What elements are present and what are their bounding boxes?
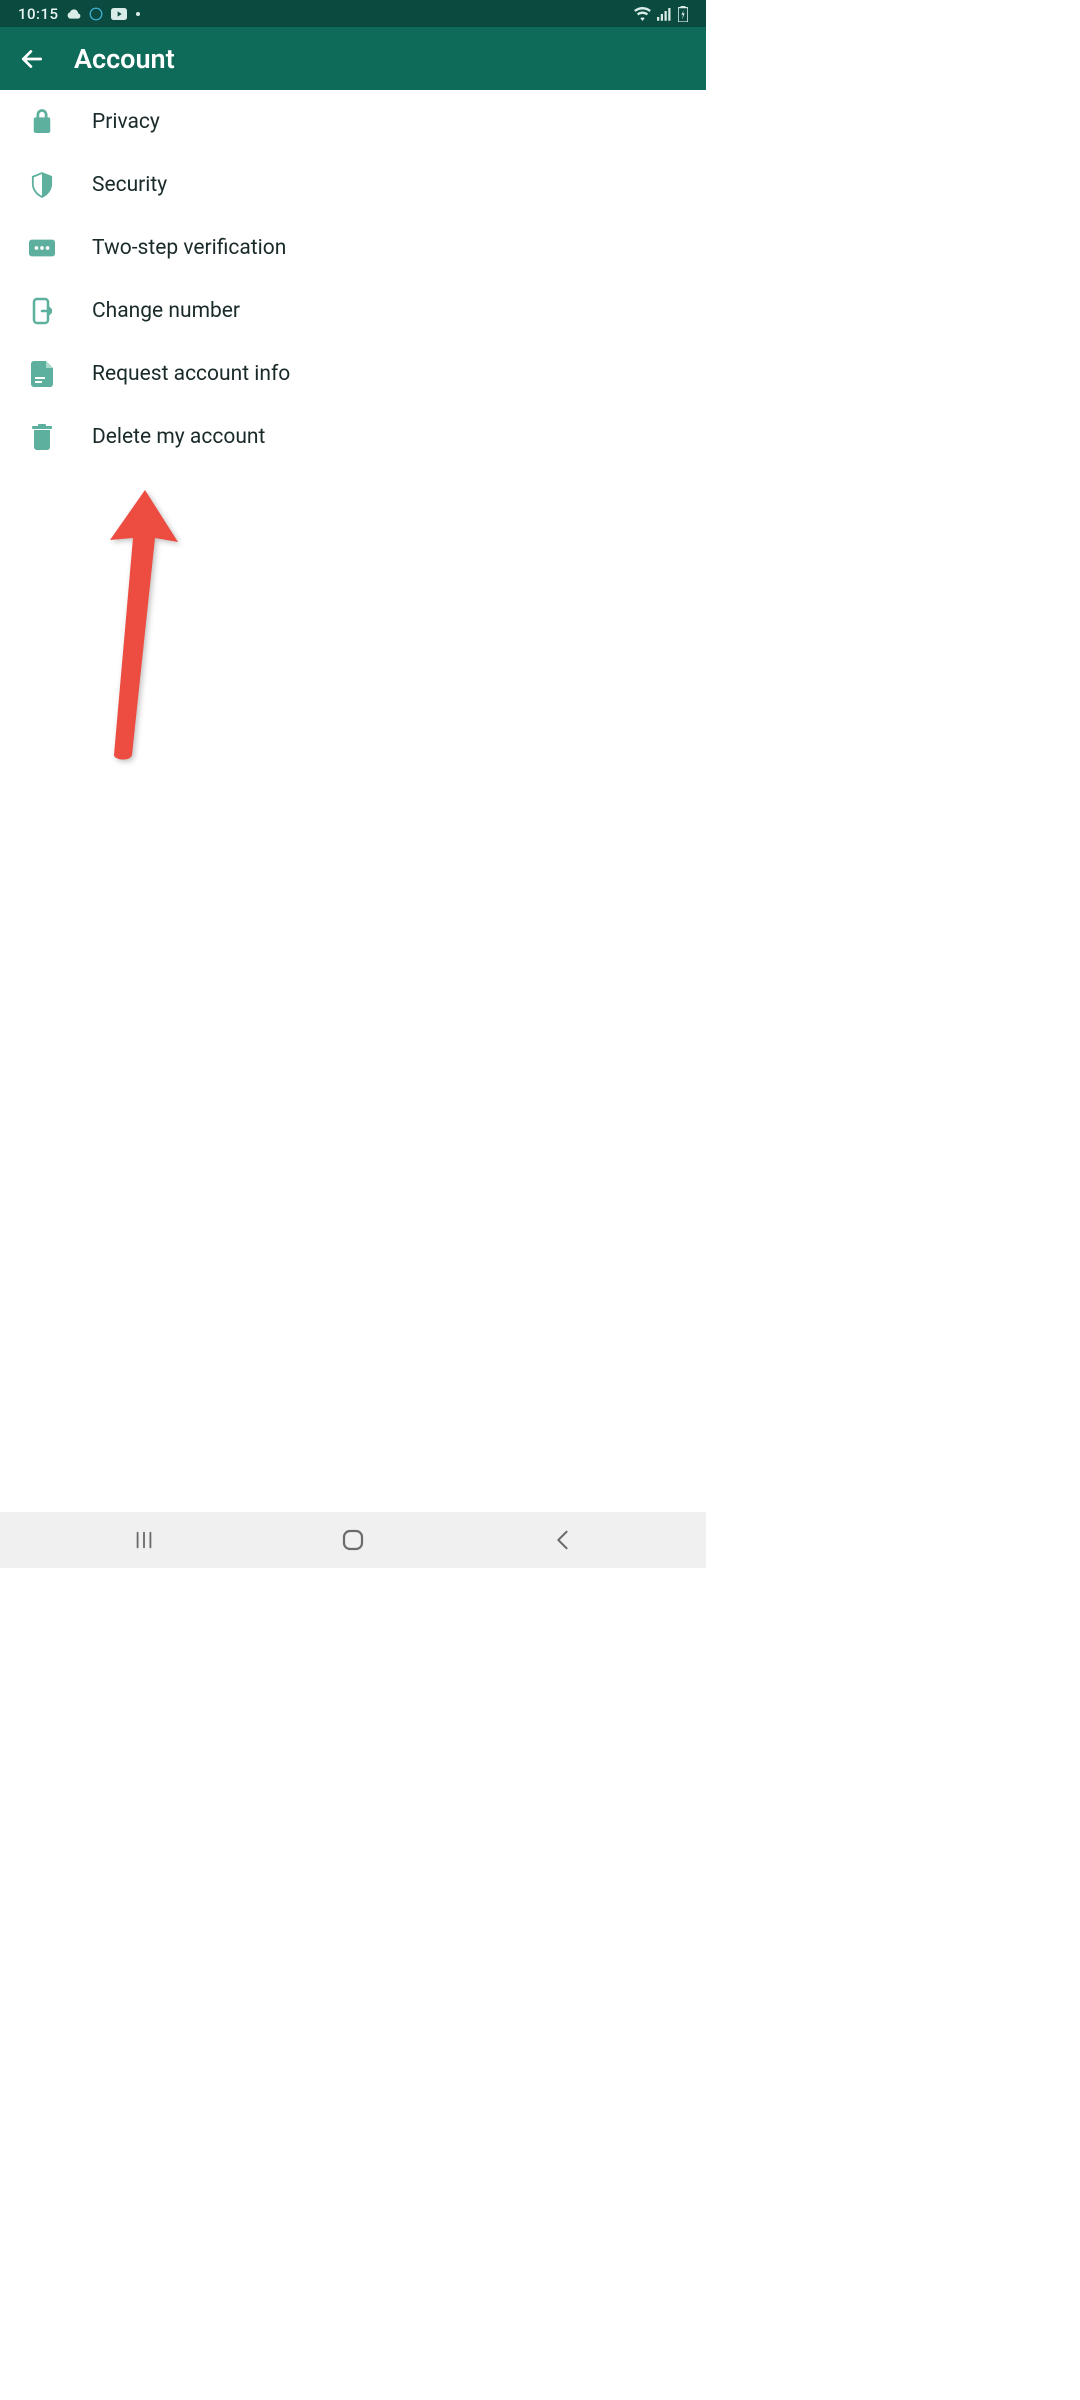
shield-icon [28,171,56,199]
settings-item-label: Security [92,173,167,197]
settings-item-change-number[interactable]: Change number [0,279,706,342]
lock-icon [28,108,56,136]
settings-item-request-info[interactable]: Request account info [0,342,706,405]
imo-app-icon [89,7,103,21]
home-icon [341,1528,365,1552]
trash-icon [28,423,56,451]
wifi-icon [634,7,651,21]
more-dot-icon [135,11,141,17]
password-icon [28,234,56,262]
nav-back-button[interactable] [532,1520,592,1560]
settings-item-label: Two-step verification [92,236,286,260]
battery-icon [678,6,688,22]
chevron-left-icon [554,1529,570,1551]
status-right [634,6,688,22]
nav-recents-button[interactable] [114,1520,174,1560]
signal-icon [657,7,672,21]
settings-item-delete-account[interactable]: Delete my account [0,405,706,468]
recents-icon [133,1529,155,1551]
app-bar: Account [0,27,706,90]
settings-item-label: Privacy [92,110,160,134]
back-button[interactable] [14,41,50,77]
system-nav-bar [0,1512,706,1568]
settings-item-security[interactable]: Security [0,153,706,216]
status-bar: 10:15 [0,0,706,27]
settings-list: Privacy Security Two-step verification C… [0,90,706,468]
settings-item-two-step[interactable]: Two-step verification [0,216,706,279]
status-time: 10:15 [18,5,59,23]
weather-icon [67,7,81,21]
settings-item-label: Change number [92,299,240,323]
settings-item-label: Delete my account [92,425,265,449]
arrow-left-icon [19,46,45,72]
youtube-icon [111,8,127,20]
page-title: Account [74,43,175,75]
phone-arrow-icon [28,297,56,325]
document-icon [28,360,56,388]
status-left: 10:15 [18,5,141,23]
settings-item-privacy[interactable]: Privacy [0,90,706,153]
settings-item-label: Request account info [92,362,290,386]
nav-home-button[interactable] [323,1520,383,1560]
annotation-arrow [85,480,205,760]
